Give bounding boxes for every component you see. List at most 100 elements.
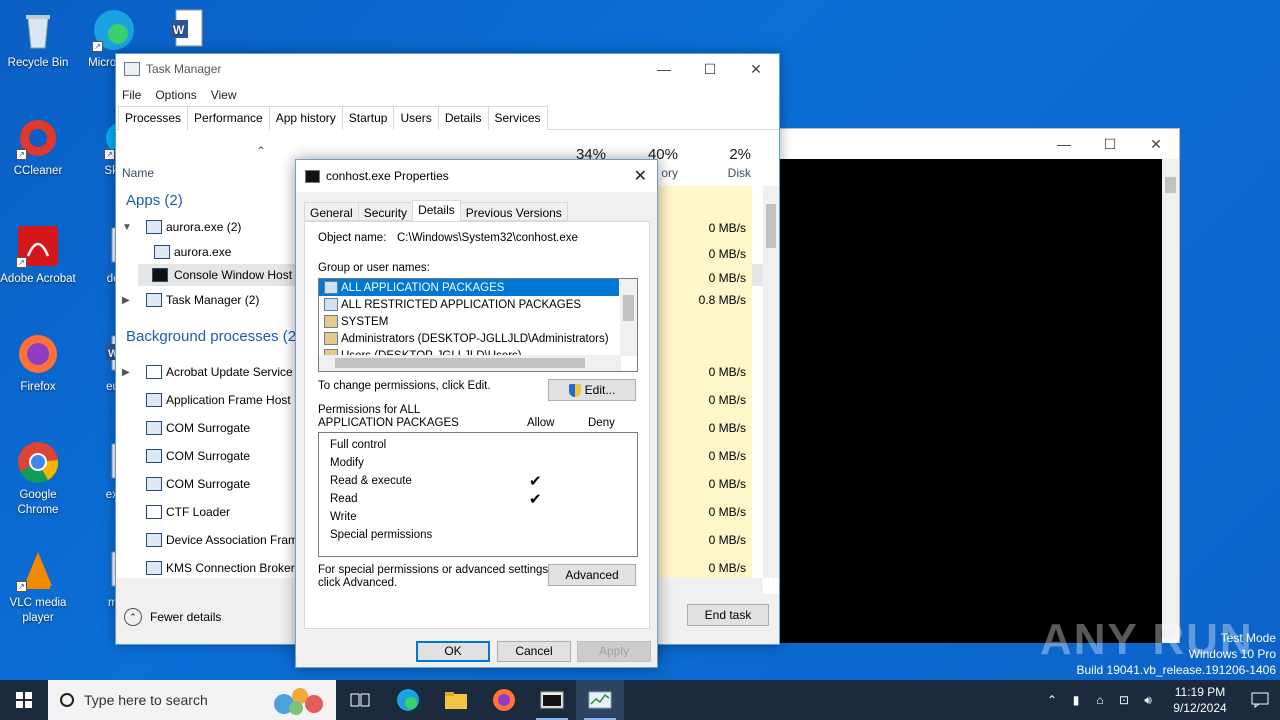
desktop-icon-firefox[interactable]: Firefox [0, 332, 76, 395]
device-icon[interactable]: ⌂ [1088, 693, 1112, 707]
properties-dialog[interactable]: conhost.exe Properties ✕ General Securit… [295, 159, 658, 668]
fewer-details-button[interactable]: ⌃ Fewer details [124, 608, 221, 626]
process-name: COM Surrogate [166, 421, 251, 435]
close-button[interactable]: ✕ [733, 54, 779, 84]
battery-icon[interactable]: ▮ [1064, 693, 1088, 707]
shortcut-arrow-icon: ↗ [16, 149, 27, 160]
taskbar-edge[interactable] [384, 680, 432, 720]
console-icon [540, 691, 564, 709]
desktop-icon-recycle-bin[interactable]: Recycle Bin [0, 8, 76, 71]
os-info: Test Mode Windows 10 Pro Build 19041.vb_… [1077, 630, 1277, 678]
app-icon [146, 220, 162, 234]
taskbar-console[interactable] [528, 680, 576, 720]
desktop-icon-ccleaner[interactable]: ↗ CCleaner [0, 116, 76, 179]
tab-details[interactable]: Details [412, 200, 461, 222]
list-item[interactable]: SYSTEM [319, 313, 619, 330]
process-name: COM Surrogate [166, 449, 251, 463]
permission-row: Special permissions [330, 529, 433, 541]
group-user-list[interactable]: ALL APPLICATION PACKAGES ALL RESTRICTED … [318, 278, 638, 372]
chevron-down-icon[interactable]: ▼ [122, 222, 132, 233]
to-change-label: To change permissions, click Edit. [318, 380, 491, 392]
edge-icon: ↗ [92, 8, 136, 52]
taskbar-file-explorer[interactable] [432, 680, 480, 720]
disk-cell: 0 MB/s [684, 498, 752, 526]
apply-button[interactable]: Apply [577, 641, 651, 662]
task-view-button[interactable] [336, 680, 384, 720]
volume-icon[interactable]: 🔊︎ [1136, 693, 1160, 708]
tab-users[interactable]: Users [393, 106, 439, 130]
notification-button[interactable] [1240, 692, 1280, 708]
tab-app-history[interactable]: App history [268, 106, 343, 130]
scrollbar-thumb[interactable] [1165, 177, 1176, 193]
process-name: aurora.exe [174, 245, 232, 259]
list-hscrollbar[interactable] [319, 355, 621, 371]
chevron-right-icon[interactable]: ▶ [122, 295, 130, 306]
end-task-button[interactable]: End task [687, 604, 769, 626]
minimize-button[interactable]: — [641, 54, 687, 84]
advanced-button[interactable]: Advanced [548, 564, 636, 586]
desktop-icon-vlc[interactable]: ↗ VLC media player [0, 548, 76, 626]
scrollbar-thumb[interactable] [335, 358, 585, 368]
taskbar: Type here to search ⌃ ▮ ⌂ ⊡ 🔊︎ 11:19 PM … [0, 680, 1280, 720]
list-item[interactable]: ALL APPLICATION PACKAGES [319, 279, 619, 296]
edit-button[interactable]: Edit... [548, 379, 636, 401]
taskbar-firefox[interactable] [480, 680, 528, 720]
vlc-icon: ↗ [16, 548, 60, 592]
clock[interactable]: 11:19 PM 9/12/2024 [1160, 684, 1240, 716]
desktop-icon-chrome[interactable]: Google Chrome [0, 440, 76, 518]
minimize-button[interactable]: — [1041, 129, 1087, 159]
column-disk[interactable]: 2% Disk [681, 146, 751, 180]
console-window[interactable]: — ☐ ✕ [778, 128, 1180, 643]
tab-performance[interactable]: Performance [187, 106, 270, 130]
tab-security[interactable]: Security [357, 202, 414, 221]
scrollbar-thumb[interactable] [623, 295, 634, 321]
users-icon [324, 315, 338, 328]
chevron-right-icon[interactable]: ▶ [122, 367, 130, 378]
console-output-area[interactable] [779, 159, 1163, 643]
task-manager-icon [124, 62, 140, 76]
disk-cell [684, 314, 752, 358]
permissions-for-line2: APPLICATION PACKAGES [318, 417, 459, 429]
menu-view[interactable]: View [211, 88, 237, 102]
process-name: KMS Connection Broker [166, 561, 295, 575]
chevron-up-icon[interactable]: ⌃ [1040, 693, 1064, 707]
tab-startup[interactable]: Startup [341, 106, 395, 130]
permissions-list[interactable]: Full control Modify Read & execute ✔ Rea… [318, 432, 638, 557]
menu-file[interactable]: File [122, 88, 141, 102]
search-box[interactable]: Type here to search [48, 680, 336, 720]
special-permissions-label: For special permissions or advanced sett… [318, 564, 551, 590]
disk-label: Disk [727, 166, 751, 180]
app-icon [146, 393, 162, 407]
taskbar-task-manager[interactable] [576, 680, 624, 720]
list-item[interactable]: Administrators (DESKTOP-JGLLJLD\Administ… [319, 330, 619, 347]
process-list-scrollbar[interactable] [763, 186, 779, 578]
ok-button[interactable]: OK [416, 641, 490, 662]
list-scrollbar[interactable] [620, 279, 637, 356]
column-name[interactable]: Name [122, 166, 154, 180]
tab-previous-versions[interactable]: Previous Versions [459, 202, 568, 221]
maximize-button[interactable]: ☐ [687, 54, 733, 84]
group-label: Apps (2) [126, 191, 183, 209]
menu-options[interactable]: Options [155, 88, 196, 102]
start-button[interactable] [0, 680, 48, 720]
process-name: aurora.exe (2) [166, 220, 242, 234]
close-button[interactable]: ✕ [1133, 129, 1179, 159]
tab-general[interactable]: General [304, 202, 359, 221]
tab-services[interactable]: Services [487, 106, 548, 130]
desktop-icon-acrobat[interactable]: ↗ Adobe Acrobat [0, 224, 76, 287]
network-icon[interactable]: ⊡ [1112, 693, 1136, 707]
close-icon[interactable]: ✕ [634, 166, 647, 186]
tab-details[interactable]: Details [437, 106, 489, 130]
task-view-icon [350, 693, 370, 707]
dialog-titlebar[interactable]: conhost.exe Properties ✕ [296, 160, 657, 192]
disk-cell: 0 MB/s [684, 240, 752, 264]
tab-processes[interactable]: Processes [118, 106, 189, 131]
system-tray: ⌃ ▮ ⌂ ⊡ 🔊︎ 11:19 PM 9/12/2024 [1040, 680, 1280, 720]
scrollbar-thumb[interactable] [766, 204, 776, 248]
list-item[interactable]: ALL RESTRICTED APPLICATION PACKAGES [319, 296, 619, 313]
pen-icon [146, 505, 162, 519]
desktop-icon-word-doc[interactable]: W [148, 8, 224, 56]
console-scrollbar[interactable] [1162, 159, 1179, 643]
maximize-button[interactable]: ☐ [1087, 129, 1133, 159]
cancel-button[interactable]: Cancel [497, 641, 571, 662]
